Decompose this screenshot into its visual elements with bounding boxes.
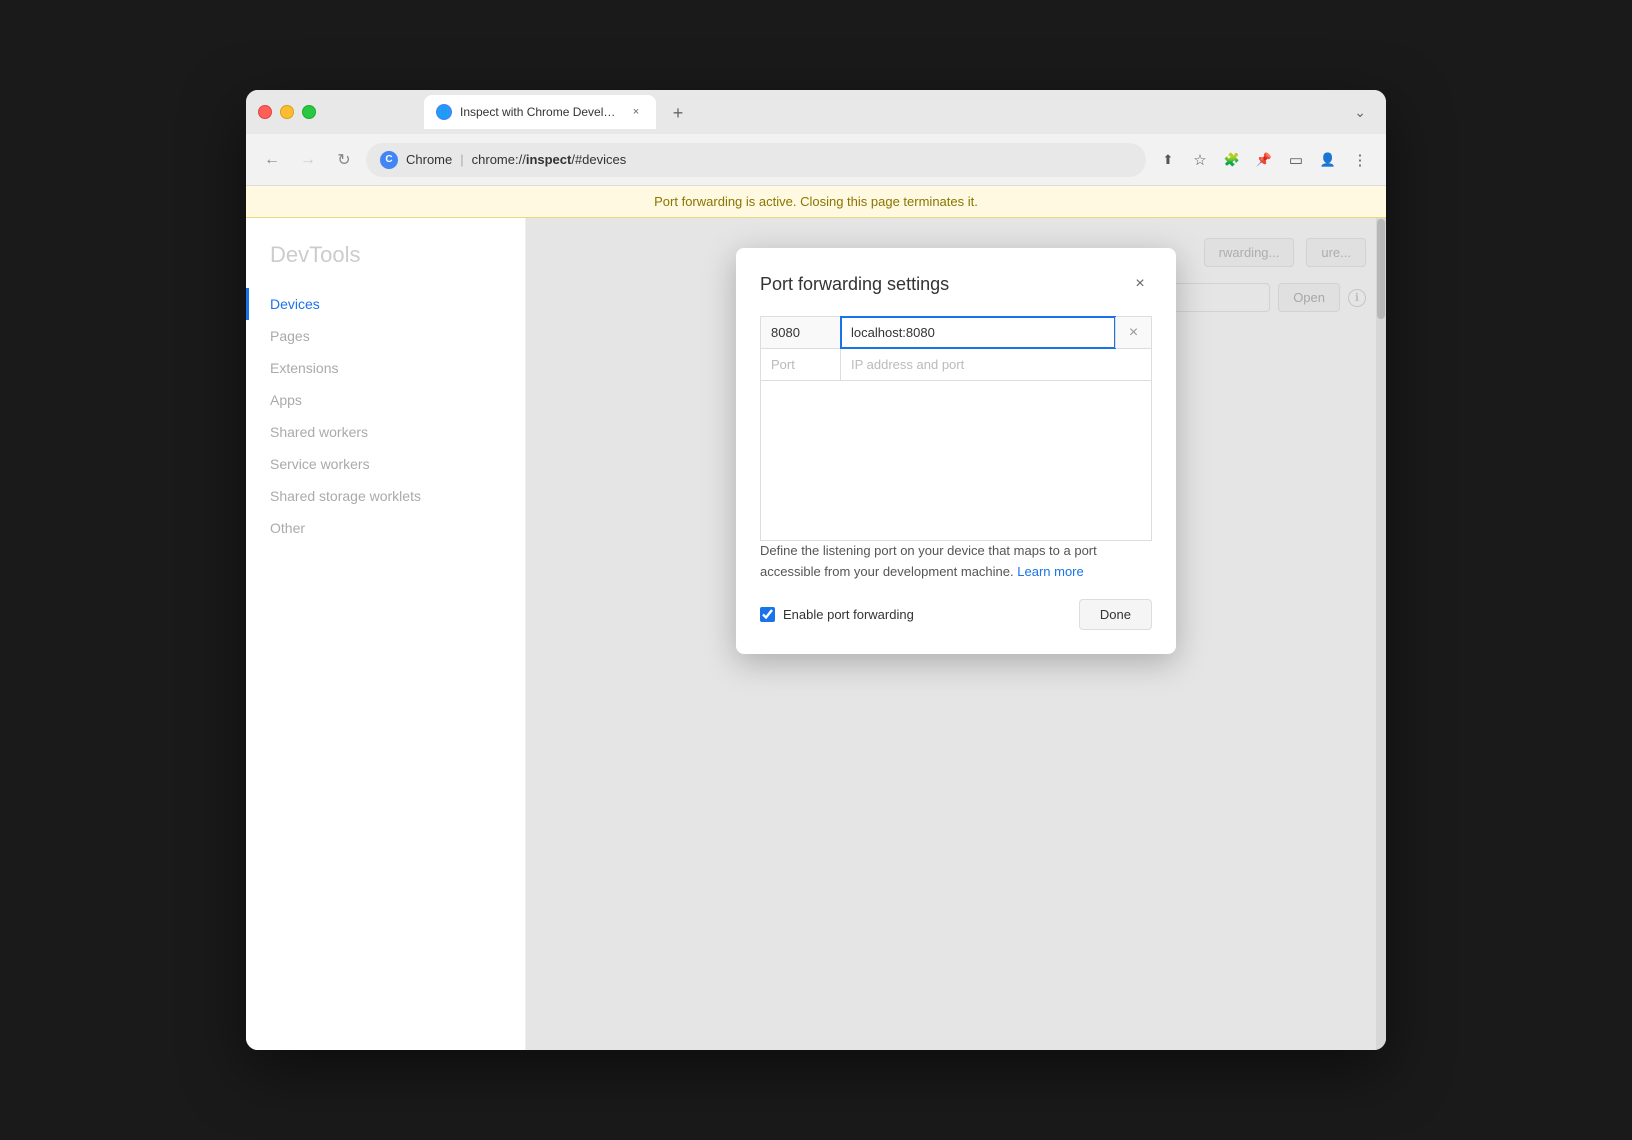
sidebar-item-devices[interactable]: Devices bbox=[246, 288, 525, 320]
notification-text: Port forwarding is active. Closing this … bbox=[654, 194, 978, 209]
sidebar-item-label: Shared workers bbox=[270, 424, 368, 440]
menu-icon: ⋮ bbox=[1353, 151, 1368, 169]
modal-title: Port forwarding settings bbox=[760, 274, 949, 295]
toolbar-actions: ⬆ ☆ 🧩 📌 ▭ 👤 ⋮ bbox=[1154, 146, 1374, 174]
sidebar-item-apps[interactable]: Apps bbox=[246, 384, 525, 416]
share-icon: ⬆ bbox=[1163, 152, 1174, 168]
pin-button[interactable]: 📌 bbox=[1250, 146, 1278, 174]
sidebar-item-label: Service workers bbox=[270, 456, 370, 472]
sidebar-nav: Devices Pages Extensions Apps Shared wor… bbox=[246, 288, 525, 544]
close-traffic-light[interactable] bbox=[258, 105, 272, 119]
notification-banner: Port forwarding is active. Closing this … bbox=[246, 186, 1386, 218]
refresh-button[interactable]: ↻ bbox=[330, 146, 358, 174]
port-data-row: 8080 × bbox=[761, 317, 1151, 349]
modal-header: Port forwarding settings × bbox=[760, 272, 1152, 296]
forward-icon: → bbox=[300, 151, 316, 169]
port-forwarding-modal: Port forwarding settings × 8080 bbox=[736, 248, 1176, 654]
delete-icon: × bbox=[1129, 324, 1138, 342]
enable-port-forwarding-checkbox[interactable] bbox=[760, 607, 775, 622]
address-bar[interactable]: C Chrome | chrome://inspect/#devices bbox=[366, 143, 1146, 177]
page-content: DevTools Devices Pages Extensions Apps S… bbox=[246, 218, 1386, 1050]
share-button[interactable]: ⬆ bbox=[1154, 146, 1182, 174]
sidebar-icon: ▭ bbox=[1289, 151, 1303, 169]
sidebar-item-pages[interactable]: Pages bbox=[246, 320, 525, 352]
sidebar-item-service-workers[interactable]: Service workers bbox=[246, 448, 525, 480]
address-favicon: C bbox=[380, 151, 398, 169]
refresh-icon: ↻ bbox=[337, 150, 350, 170]
profile-icon: 👤 bbox=[1320, 152, 1336, 168]
learn-more-link[interactable]: Learn more bbox=[1017, 564, 1083, 579]
port-value: 8080 bbox=[771, 325, 800, 340]
sidebar-item-extensions[interactable]: Extensions bbox=[246, 352, 525, 384]
sidebar-item-shared-workers[interactable]: Shared workers bbox=[246, 416, 525, 448]
pin-icon: 📌 bbox=[1256, 152, 1272, 168]
port-placeholder-cell: Port bbox=[761, 349, 841, 380]
menu-button[interactable]: ⋮ bbox=[1346, 146, 1374, 174]
sidebar-item-label: Extensions bbox=[270, 360, 338, 376]
main-area: rwarding... ure... irl Open ℹ bbox=[526, 218, 1386, 1050]
traffic-lights bbox=[258, 105, 316, 119]
modal-close-button[interactable]: × bbox=[1128, 272, 1152, 296]
checkbox-label-text: Enable port forwarding bbox=[783, 607, 914, 622]
profile-button[interactable]: 👤 bbox=[1314, 146, 1342, 174]
tab-favicon: 🌐 bbox=[436, 104, 452, 120]
ip-value-cell bbox=[841, 317, 1115, 348]
sidebar-item-label: Shared storage worklets bbox=[270, 488, 421, 504]
sidebar-item-other[interactable]: Other bbox=[246, 512, 525, 544]
done-label: Done bbox=[1100, 607, 1131, 622]
sidebar-item-label: Devices bbox=[270, 296, 320, 312]
port-table-container: 8080 × Port bbox=[760, 316, 1152, 381]
modal-overlay: Port forwarding settings × 8080 bbox=[526, 218, 1386, 1050]
sidebar-title: DevTools bbox=[246, 242, 525, 288]
modal-description: Define the listening port on your device… bbox=[760, 541, 1152, 583]
new-tab-button[interactable]: + bbox=[664, 99, 692, 127]
back-button[interactable]: ← bbox=[258, 146, 286, 174]
toolbar: ← → ↻ C Chrome | chrome://inspect/#devic… bbox=[246, 134, 1386, 186]
ip-address-input[interactable] bbox=[841, 317, 1115, 348]
sidebar-item-label: Apps bbox=[270, 392, 302, 408]
bookmark-button[interactable]: ☆ bbox=[1186, 146, 1214, 174]
extensions-button[interactable]: 🧩 bbox=[1218, 146, 1246, 174]
tab-bar-chevron[interactable]: ⌄ bbox=[1354, 104, 1374, 121]
chrome-label: Chrome bbox=[406, 152, 452, 167]
back-icon: ← bbox=[264, 151, 280, 169]
maximize-traffic-light[interactable] bbox=[302, 105, 316, 119]
sidebar-item-shared-storage[interactable]: Shared storage worklets bbox=[246, 480, 525, 512]
port-placeholder: Port bbox=[771, 357, 795, 372]
forward-button[interactable]: → bbox=[294, 146, 322, 174]
port-placeholder-row: Port IP address and port bbox=[761, 349, 1151, 380]
tab-bar: 🌐 Inspect with Chrome Develope × + bbox=[344, 95, 1346, 129]
ip-placeholder: IP address and port bbox=[851, 357, 964, 372]
sidebar: DevTools Devices Pages Extensions Apps S… bbox=[246, 218, 526, 1050]
bookmark-icon: ☆ bbox=[1193, 151, 1206, 169]
enable-port-forwarding-label[interactable]: Enable port forwarding bbox=[760, 607, 914, 622]
modal-empty-area bbox=[760, 381, 1152, 541]
ip-placeholder-cell: IP address and port bbox=[841, 349, 1151, 380]
active-tab[interactable]: 🌐 Inspect with Chrome Develope × bbox=[424, 95, 656, 129]
sidebar-item-label: Other bbox=[270, 520, 305, 536]
minimize-traffic-light[interactable] bbox=[280, 105, 294, 119]
sidebar-item-label: Pages bbox=[270, 328, 310, 344]
close-icon: × bbox=[1135, 275, 1144, 293]
learn-more-text: Learn more bbox=[1017, 564, 1083, 579]
sidebar-button[interactable]: ▭ bbox=[1282, 146, 1310, 174]
tab-title: Inspect with Chrome Develope bbox=[460, 105, 620, 119]
delete-row-button[interactable]: × bbox=[1115, 317, 1151, 348]
tab-close-button[interactable]: × bbox=[628, 104, 644, 120]
done-button[interactable]: Done bbox=[1079, 599, 1152, 630]
modal-footer: Enable port forwarding Done bbox=[760, 599, 1152, 630]
address-url: chrome://inspect/#devices bbox=[472, 152, 627, 167]
browser-window: 🌐 Inspect with Chrome Develope × + ⌄ ← →… bbox=[246, 90, 1386, 1050]
extensions-icon: 🧩 bbox=[1224, 152, 1240, 168]
title-bar: 🌐 Inspect with Chrome Develope × + ⌄ bbox=[246, 90, 1386, 134]
port-value-cell: 8080 bbox=[761, 317, 841, 348]
address-separator: | bbox=[460, 152, 463, 167]
